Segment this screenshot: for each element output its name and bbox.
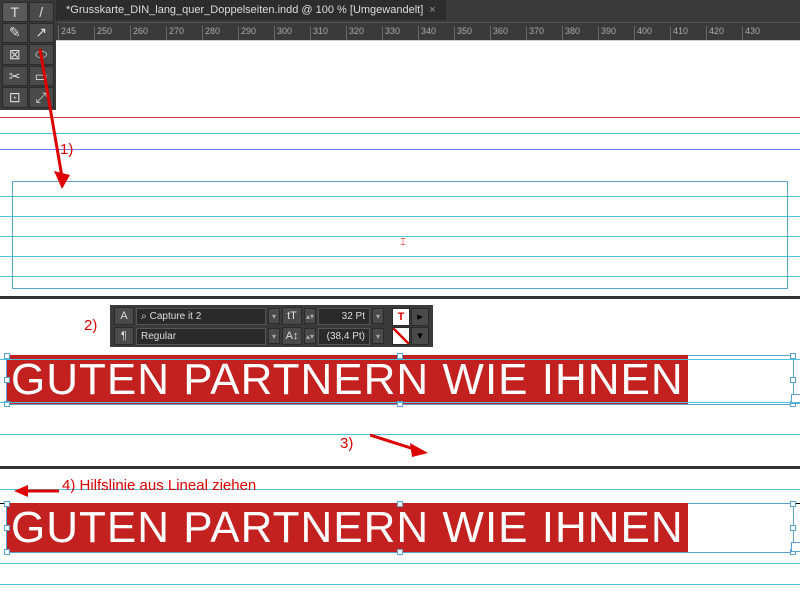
ruler-tick: 430 <box>742 26 778 40</box>
text-cursor-icon: ⌶ <box>400 237 406 248</box>
line-tool[interactable]: / <box>29 2 55 22</box>
ellipse-tool[interactable]: ⬭ <box>29 44 55 65</box>
empty-text-frame[interactable] <box>12 181 788 289</box>
font-size-dropdown[interactable]: ▾ <box>372 308 384 324</box>
margin-guide <box>0 149 800 150</box>
ruler-tick: 400 <box>634 26 670 40</box>
font-style-value: Regular <box>141 331 176 342</box>
resize-handle[interactable] <box>4 353 10 359</box>
ruler-tick: 390 <box>598 26 634 40</box>
canvas-panel-2: 2) A ⌕ Capture it 2 ▾ ¶ Regular ▾ tT <box>0 296 800 466</box>
swap-fill-stroke-icon[interactable]: ▸ <box>411 308 429 326</box>
canvas-panel-3: 4) Hilfslinie aus Lineal ziehen GUTEN PA… <box>0 466 800 600</box>
leading-stepper[interactable]: ▴▾ <box>304 328 316 344</box>
search-icon: ⌕ <box>141 311 147 322</box>
font-size-icon: tT <box>282 307 302 325</box>
callout-4: 4) Hilfslinie aus Lineal ziehen <box>62 477 256 494</box>
resize-handle[interactable] <box>790 501 796 507</box>
canvas-panel-1: ⌶ 1) <box>0 40 800 290</box>
document-tab[interactable]: *Grusskarte_DIN_lang_quer_Doppelseiten.i… <box>56 0 446 20</box>
resize-handle[interactable] <box>4 377 10 383</box>
font-family-value: Capture it 2 <box>150 311 202 322</box>
character-formatting-button[interactable]: A <box>114 307 134 325</box>
callout-2: 2) <box>84 317 97 334</box>
fill-stroke-swatches: T ▸ ▾ <box>392 308 429 345</box>
resize-handle[interactable] <box>4 501 10 507</box>
ruler-tick: 245 <box>58 26 94 40</box>
rectangle-frame-tool[interactable]: ⊠ <box>2 44 28 65</box>
document-title: *Grusskarte_DIN_lang_quer_Doppelseiten.i… <box>66 4 423 16</box>
font-size-value: 32 Pt <box>342 311 365 322</box>
direct-select-tool[interactable]: ↗ <box>29 23 55 44</box>
toolbox: T / ✎ ↗ ⊠ ⬭ ✂ ▭ ⊡ ⤢ <box>0 0 56 110</box>
ruler-tick: 290 <box>238 26 274 40</box>
font-style-dropdown[interactable]: ▾ <box>268 328 280 344</box>
annotation-arrow-4-icon <box>14 481 59 501</box>
resize-handle[interactable] <box>397 353 403 359</box>
resize-handle[interactable] <box>4 549 10 555</box>
callout-1: 1) <box>60 141 73 158</box>
ruler-tick: 370 <box>526 26 562 40</box>
resize-handle[interactable] <box>397 549 403 555</box>
ruler-tick: 410 <box>670 26 706 40</box>
ruler-tick: 310 <box>310 26 346 40</box>
close-icon[interactable]: × <box>429 4 435 16</box>
leading-value: (38,4 Pt) <box>327 331 365 342</box>
font-style-field[interactable]: Regular <box>136 328 266 345</box>
resize-handle[interactable] <box>790 525 796 531</box>
horizontal-ruler[interactable]: 245 250 260 270 280 290 300 310 320 330 … <box>58 22 800 40</box>
formatting-affects-text-icon[interactable]: ▾ <box>411 327 429 345</box>
ruler-tick: 350 <box>454 26 490 40</box>
page-edge-guide <box>0 117 800 118</box>
ruler-tick: 420 <box>706 26 742 40</box>
resize-handle[interactable] <box>4 401 10 407</box>
rectangle-tool[interactable]: ▭ <box>29 66 55 87</box>
resize-handle[interactable] <box>397 401 403 407</box>
font-family-dropdown[interactable]: ▾ <box>268 308 280 324</box>
ruler-tick: 300 <box>274 26 310 40</box>
pencil-tool[interactable]: ✎ <box>2 23 28 44</box>
resize-handle[interactable] <box>4 525 10 531</box>
baseline-guide <box>0 133 800 134</box>
fill-color-swatch[interactable]: T <box>392 308 410 326</box>
headline-text: GUTEN PARTNERN WIE IHNEN <box>7 503 688 552</box>
ruler-tick: 280 <box>202 26 238 40</box>
ruler-tick: 330 <box>382 26 418 40</box>
baseline-guide <box>0 584 800 585</box>
font-size-stepper[interactable]: ▴▾ <box>304 308 316 324</box>
ruler-tick: 250 <box>94 26 130 40</box>
headline-text: GUTEN PARTNERN WIE IHNEN <box>7 355 688 404</box>
font-family-field[interactable]: ⌕ Capture it 2 <box>136 308 266 325</box>
paragraph-formatting-button[interactable]: ¶ <box>114 327 134 345</box>
ruler-tick: 260 <box>130 26 166 40</box>
text-out-port[interactable] <box>791 394 800 404</box>
scissors-tool[interactable]: ✂ <box>2 66 28 87</box>
annotation-arrow-3-icon <box>370 429 430 459</box>
ruler-tick: 320 <box>346 26 382 40</box>
type-tool[interactable]: T <box>2 2 28 22</box>
leading-icon: A↕ <box>282 327 302 345</box>
gradient-tool[interactable]: ⊡ <box>2 87 28 108</box>
resize-handle[interactable] <box>790 353 796 359</box>
leading-field[interactable]: (38,4 Pt) <box>318 328 370 345</box>
font-size-field[interactable]: 32 Pt <box>318 308 370 325</box>
ruler-tick: 340 <box>418 26 454 40</box>
text-frame-typed[interactable]: GUTEN PARTNERN WIE IHNEN <box>6 355 794 405</box>
leading-dropdown[interactable]: ▾ <box>372 328 384 344</box>
free-transform-tool[interactable]: ⤢ <box>29 87 55 108</box>
stroke-none-swatch[interactable] <box>392 327 410 345</box>
control-strip: A ⌕ Capture it 2 ▾ ¶ Regular ▾ tT ▴▾ 32 … <box>110 305 433 347</box>
ruler-tick: 380 <box>562 26 598 40</box>
resize-handle[interactable] <box>397 501 403 507</box>
resize-handle[interactable] <box>790 377 796 383</box>
baseline-guide <box>0 563 800 564</box>
ruler-tick: 270 <box>166 26 202 40</box>
text-out-port[interactable] <box>791 542 800 552</box>
text-frame-with-guide[interactable]: GUTEN PARTNERN WIE IHNEN <box>6 503 794 553</box>
callout-3: 3) <box>340 435 353 452</box>
ruler-tick: 360 <box>490 26 526 40</box>
